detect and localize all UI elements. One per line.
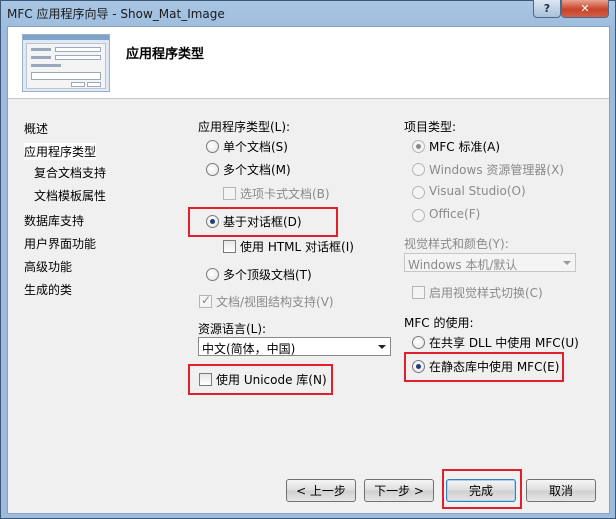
highlight-static-lib [404, 352, 564, 382]
mfc-standard-label[interactable]: MFC 标准(A) [429, 138, 500, 155]
single-doc-radio[interactable] [206, 140, 219, 153]
nav-item-generated-classes[interactable]: 生成的类 [24, 281, 72, 298]
visual-style-switch-checkbox[interactable] [412, 286, 425, 299]
app-type-heading: 应用程序类型(L): [198, 120, 291, 134]
multi-toplevel-label[interactable]: 多个顶级文档(T) [223, 266, 312, 283]
use-html-dialog-checkbox[interactable] [223, 240, 236, 253]
chevron-down-icon [378, 345, 386, 349]
wizard-header: 应用程序类型 [8, 27, 609, 99]
close-icon: ✕ [580, 2, 590, 15]
multi-doc-radio[interactable] [206, 163, 219, 176]
wizard-preview-thumbnail [22, 34, 110, 92]
doc-view-label[interactable]: 文档/视图结构支持(V) [216, 293, 334, 310]
visual-style-switch-label[interactable]: 启用视觉样式切换(C) [429, 284, 543, 301]
shared-dll-label[interactable]: 在共享 DLL 中使用 MFC(U) [429, 334, 579, 351]
wizard-window: MFC 应用程序向导 - Show_Mat_Image ? ✕ 应用程序类型 概… [0, 0, 616, 519]
help-icon: ? [543, 2, 551, 15]
mfc-use-heading: MFC 的使用: [404, 316, 474, 330]
page-title: 应用程序类型 [126, 47, 205, 62]
office-label[interactable]: Office(F) [429, 207, 480, 221]
nav-item-overview[interactable]: 概述 [24, 120, 48, 137]
resource-language-value: 中文(简体，中国) [202, 342, 296, 356]
nav-item-application-type[interactable]: 应用程序类型 [24, 143, 97, 160]
single-doc-label[interactable]: 单个文档(S) [223, 138, 288, 155]
nav-item-database[interactable]: 数据库支持 [24, 212, 84, 229]
prev-button[interactable]: < 上一步 [286, 479, 356, 502]
windows-explorer-label[interactable]: Windows 资源管理器(X) [429, 161, 564, 178]
windows-explorer-radio[interactable] [412, 163, 425, 176]
multi-doc-label[interactable]: 多个文档(M) [223, 161, 291, 178]
close-button[interactable]: ✕ [561, 0, 609, 18]
use-html-dialog-label[interactable]: 使用 HTML 对话框(I) [240, 238, 354, 255]
mfc-standard-radio[interactable] [412, 140, 425, 153]
nav-item-ui-features[interactable]: 用户界面功能 [24, 235, 96, 252]
help-button[interactable]: ? [533, 0, 561, 18]
multi-toplevel-radio[interactable] [206, 268, 219, 281]
window-title: MFC 应用程序向导 - Show_Mat_Image [7, 7, 225, 21]
resource-language-heading: 资源语言(L): [198, 322, 267, 336]
highlight-unicode [188, 364, 333, 395]
highlight-dialog-based [188, 207, 338, 237]
title-bar[interactable]: MFC 应用程序向导 - Show_Mat_Image ? ✕ [1, 0, 615, 25]
doc-view-checkbox[interactable] [199, 293, 212, 308]
visual-style-select[interactable]: Windows 本机/默认 [404, 253, 576, 272]
resource-language-select[interactable]: 中文(简体，中国) [198, 337, 391, 356]
project-style-heading: 项目类型: [404, 120, 457, 134]
nav-item-document-template[interactable]: 文档模板属性 [34, 187, 106, 204]
visual-studio-radio[interactable] [412, 186, 425, 199]
visual-style-value: Windows 本机/默认 [408, 258, 518, 272]
wizard-client-area: 应用程序类型 概述 应用程序类型 复合文档支持 文档模板属性 数据库支持 用户界… [7, 26, 610, 514]
highlight-finish [442, 469, 522, 509]
next-button[interactable]: 下一步 > [364, 479, 434, 502]
nav-item-compound-document[interactable]: 复合文档支持 [34, 164, 106, 181]
tabbed-docs-label[interactable]: 选项卡式文档(B) [240, 185, 330, 202]
office-radio[interactable] [412, 209, 425, 222]
shared-dll-radio[interactable] [412, 336, 425, 349]
chevron-down-icon [563, 261, 571, 265]
tabbed-docs-checkbox[interactable] [223, 187, 236, 200]
visual-studio-label[interactable]: Visual Studio(O) [429, 184, 526, 198]
nav-item-advanced[interactable]: 高级功能 [24, 258, 72, 275]
cancel-button[interactable]: 取消 [526, 479, 596, 502]
visual-style-heading: 视觉样式和颜色(Y): [404, 237, 509, 251]
